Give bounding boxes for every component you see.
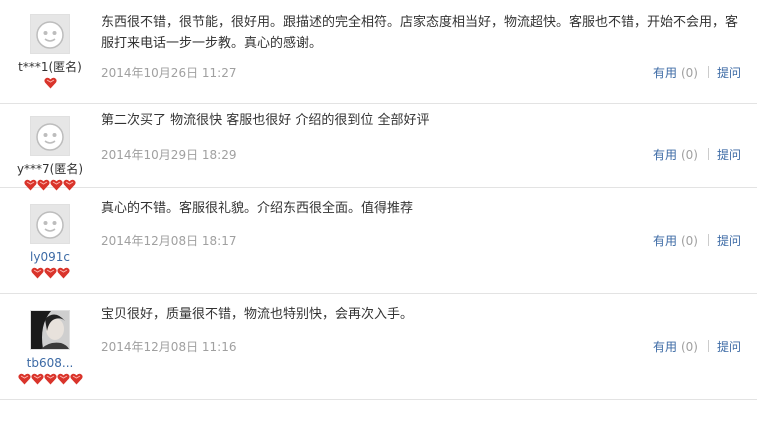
reviewer-info: ly091c bbox=[8, 204, 92, 280]
divider bbox=[707, 148, 709, 160]
useful-count: (0) bbox=[680, 234, 698, 248]
review-date: 2014年12月08日 11:16 bbox=[101, 340, 237, 354]
divider bbox=[707, 340, 709, 352]
reviewer-info: y***7(匿名) bbox=[8, 116, 92, 192]
heart-icon bbox=[30, 373, 44, 385]
review-actions: 有用 (0) 提问 bbox=[653, 64, 741, 81]
review-text: 真心的不错。客服很礼貌。介绍东西很全面。值得推荐 bbox=[101, 201, 414, 216]
useful-count: (0) bbox=[680, 340, 698, 354]
useful-count: (0) bbox=[680, 148, 698, 162]
useful-count: (0) bbox=[680, 66, 698, 80]
review-item: t***1(匿名) 东西很不错，很节能，很好用。跟描述的完全相符。店家态度相当好… bbox=[0, 0, 757, 104]
review-item: ly091c 真心的不错。客服很礼貌。介绍东西很全面。值得推荐 2014年12月… bbox=[0, 188, 757, 294]
review-text: 宝贝很好，质量很不错，物流也特别快，会再次入手。 bbox=[101, 307, 414, 322]
reviewer-name: t***1(匿名) bbox=[18, 60, 82, 74]
credit-hearts bbox=[8, 76, 92, 90]
divider bbox=[707, 234, 709, 246]
useful-button[interactable]: 有用 bbox=[653, 340, 677, 354]
review-date: 2014年12月08日 18:17 bbox=[101, 234, 237, 248]
default-avatar-icon bbox=[30, 116, 70, 156]
review-item: y***7(匿名) 第二次买了 物流很快 客服也很好 介绍的很到位 全部好评 2… bbox=[0, 104, 757, 191]
credit-hearts bbox=[8, 372, 92, 386]
default-avatar-icon bbox=[30, 14, 70, 54]
divider bbox=[707, 66, 709, 78]
review-text: 第二次买了 物流很快 客服也很好 介绍的很到位 全部好评 bbox=[101, 113, 430, 128]
reviewer-name[interactable]: ly091c bbox=[8, 250, 92, 264]
photo-avatar-icon bbox=[30, 310, 70, 350]
heart-icon bbox=[30, 267, 44, 279]
reviewer-name: y***7(匿名) bbox=[16, 162, 84, 176]
review-list: t***1(匿名) 东西很不错，很节能，很好用。跟描述的完全相符。店家态度相当好… bbox=[0, 0, 757, 400]
ask-button[interactable]: 提问 bbox=[717, 148, 741, 162]
heart-icon bbox=[56, 373, 70, 385]
review-actions: 有用 (0) 提问 bbox=[653, 232, 741, 249]
reviewer-info: tb608... bbox=[8, 310, 92, 386]
ask-button[interactable]: 提问 bbox=[717, 66, 741, 80]
useful-button[interactable]: 有用 bbox=[653, 148, 677, 162]
ask-button[interactable]: 提问 bbox=[717, 340, 741, 354]
credit-hearts bbox=[8, 266, 92, 280]
useful-button[interactable]: 有用 bbox=[653, 234, 677, 248]
heart-icon bbox=[43, 373, 57, 385]
reviewer-name[interactable]: tb608... bbox=[8, 356, 92, 370]
heart-icon bbox=[69, 373, 83, 385]
useful-button[interactable]: 有用 bbox=[653, 66, 677, 80]
review-actions: 有用 (0) 提问 bbox=[653, 338, 741, 355]
heart-icon bbox=[43, 267, 57, 279]
heart-icon bbox=[56, 267, 70, 279]
review-date: 2014年10月29日 18:29 bbox=[101, 148, 237, 162]
reviewer-info: t***1(匿名) bbox=[8, 14, 92, 90]
review-item: tb608... 宝贝很好，质量很不错，物流也特别快，会再次入手。 2014年1… bbox=[0, 294, 757, 400]
heart-icon bbox=[17, 373, 31, 385]
default-avatar-icon bbox=[30, 204, 70, 244]
review-actions: 有用 (0) 提问 bbox=[653, 146, 741, 163]
review-text: 东西很不错，很节能，很好用。跟描述的完全相符。店家态度相当好，物流超快。客服也不… bbox=[101, 15, 739, 51]
ask-button[interactable]: 提问 bbox=[717, 234, 741, 248]
heart-icon bbox=[43, 77, 57, 89]
review-date: 2014年10月26日 11:27 bbox=[101, 66, 237, 80]
